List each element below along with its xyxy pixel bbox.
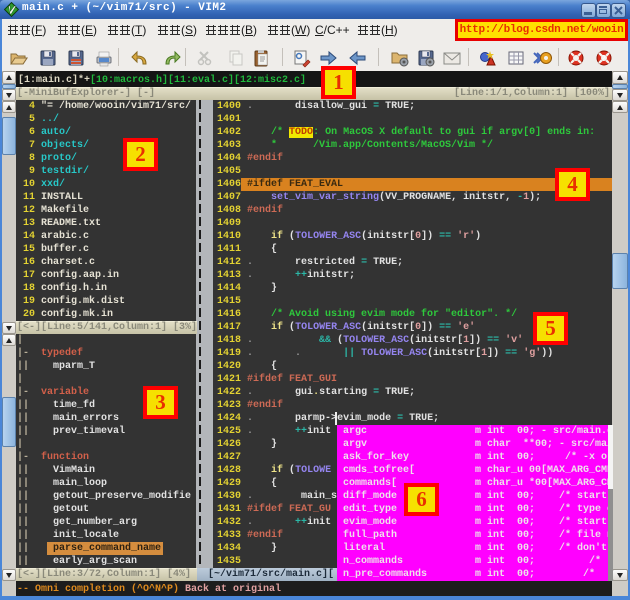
svg-text:?: ?: [601, 54, 606, 63]
